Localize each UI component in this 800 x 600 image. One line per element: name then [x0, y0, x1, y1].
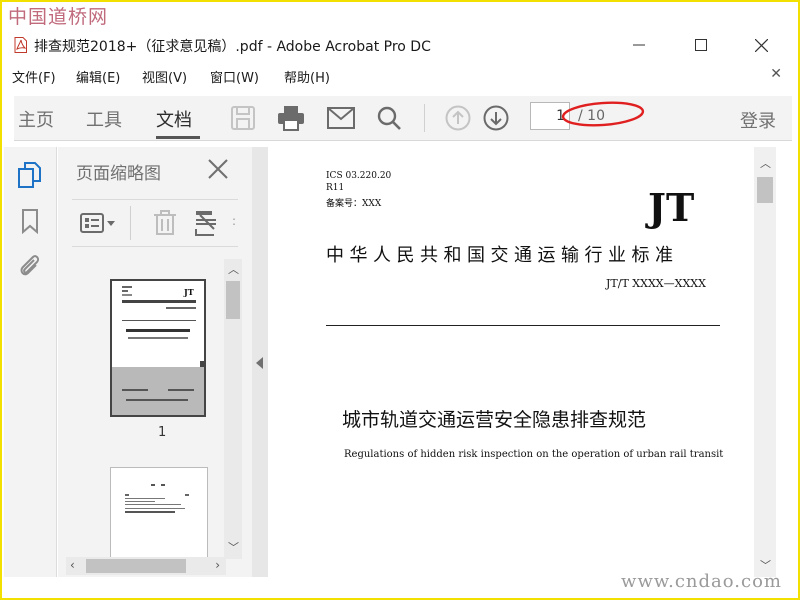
- page-thumbnail-2[interactable]: [110, 467, 208, 559]
- menu-file[interactable]: 文件(F): [12, 67, 56, 86]
- thumbnail-page-number: 1: [158, 425, 167, 440]
- menu-edit[interactable]: 编辑(E): [76, 67, 120, 86]
- panel-title: 页面缩略图: [76, 164, 161, 184]
- thumbnail-vertical-scrollbar[interactable]: ︿ ﹀: [224, 259, 242, 559]
- paperclip-icon: [20, 255, 40, 276]
- save-icon: [231, 106, 255, 130]
- print-icon: [278, 106, 304, 131]
- menu-help[interactable]: 帮助(H): [284, 67, 330, 86]
- close-icon: [754, 38, 768, 52]
- maximize-button[interactable]: [678, 30, 724, 60]
- overflow-indicator: :: [232, 214, 237, 228]
- thumbnail-tools: :: [72, 199, 238, 247]
- close-panel-icon[interactable]: [206, 157, 230, 181]
- save-button[interactable]: [228, 103, 258, 133]
- page-thumbnail-1[interactable]: JT: [110, 279, 206, 417]
- header-rule: [326, 325, 720, 326]
- scroll-up-icon[interactable]: ︿: [228, 261, 239, 277]
- menu-window[interactable]: 窗口(W): [210, 67, 259, 86]
- login-button[interactable]: 登录: [740, 107, 776, 133]
- tools-separator: [130, 206, 131, 240]
- thumbnail-list: JT 1: [66, 259, 226, 559]
- thumbnail-horizontal-scrollbar[interactable]: ‹ ›: [66, 557, 226, 575]
- active-tab-indicator: [156, 136, 200, 139]
- next-page-button[interactable]: [481, 103, 511, 133]
- maximize-icon: [695, 39, 707, 51]
- scroll-left-icon[interactable]: ‹: [70, 558, 75, 572]
- screenshot-frame: 中国道桥网 排查规范2018+（征求意见稿）.pdf - Adobe Acrob…: [0, 0, 800, 600]
- document-page: ICS 03.220.20 R11 备案号：XXX JT 中华人民共和国交通运输…: [268, 147, 754, 577]
- watermark-bottom: www.cndao.com: [621, 571, 782, 592]
- standard-title: 中华人民共和国交通运输行业标准: [326, 245, 679, 266]
- insert-page-icon[interactable]: [194, 209, 220, 237]
- window-title: 排查规范2018+（征求意见稿）.pdf - Adobe Acrobat Pro…: [34, 39, 431, 55]
- thumbnail-footer-lines: [122, 389, 194, 401]
- tab-tools[interactable]: 工具: [86, 106, 122, 132]
- collapse-arrow-icon[interactable]: [256, 357, 264, 369]
- tab-home[interactable]: 主页: [18, 106, 54, 132]
- record-number: 备案号：XXX: [326, 199, 382, 209]
- arrow-down-circle-icon: [483, 105, 509, 131]
- email-button[interactable]: [326, 103, 356, 133]
- class-code: R11: [326, 183, 345, 193]
- title-bar: 排查规范2018+（征求意见稿）.pdf - Adobe Acrobat Pro…: [2, 30, 798, 60]
- thumbnail-options-icon[interactable]: [80, 212, 118, 234]
- thumbnail-resize-handle[interactable]: [200, 361, 206, 367]
- scroll-right-icon[interactable]: ›: [215, 558, 220, 572]
- arrow-up-circle-icon: [445, 105, 471, 131]
- doc-scroll-thumb[interactable]: [757, 177, 773, 203]
- navigation-rail: [4, 147, 57, 577]
- search-button[interactable]: [374, 103, 404, 133]
- print-button[interactable]: [276, 103, 306, 133]
- toolbar: 主页 工具 文档 1 / 10 登录: [14, 96, 792, 141]
- doc-scroll-up-icon[interactable]: ︿: [760, 155, 771, 171]
- thumbnails-panel: 页面缩略图: JT 1 ︿ ﹀ ‹ ›: [58, 147, 252, 577]
- watermark-top: 中国道桥网: [8, 6, 109, 28]
- thumbnail-hscroll-thumb[interactable]: [86, 559, 186, 573]
- panel-collapse-strip[interactable]: [252, 147, 268, 577]
- toolbar-separator: [424, 104, 425, 132]
- svg-text:JT: JT: [183, 287, 194, 297]
- bookmarks-button[interactable]: [16, 207, 44, 235]
- minimize-button[interactable]: [616, 30, 662, 60]
- pdf-file-icon: [14, 37, 27, 53]
- attachments-button[interactable]: [16, 251, 44, 279]
- close-window-button[interactable]: [738, 30, 784, 60]
- mail-icon: [327, 107, 355, 129]
- previous-page-button[interactable]: [443, 103, 473, 133]
- document-title-zh: 城市轨道交通运营安全隐患排查规范: [342, 409, 647, 431]
- document-scrollbar[interactable]: ︿ ﹀: [754, 147, 776, 577]
- scroll-down-icon[interactable]: ﹀: [228, 539, 239, 555]
- trash-icon[interactable]: [152, 210, 178, 236]
- minimize-icon: [633, 44, 645, 46]
- red-annotation-ellipse: [561, 101, 645, 127]
- bookmark-icon: [22, 209, 38, 234]
- ics-code: ICS 03.220.20: [326, 171, 392, 181]
- page-thumbnails-icon: [18, 162, 41, 188]
- thumbnail-page-content: JT: [122, 286, 196, 339]
- standard-code: JT/T XXXX—XXXX: [606, 277, 706, 290]
- jt-logo: JT: [648, 185, 695, 230]
- search-icon: [377, 106, 401, 130]
- thumbnail-view-region: [112, 367, 204, 415]
- thumbnail-page-content: [125, 484, 189, 513]
- close-document-icon[interactable]: ✕: [770, 66, 782, 82]
- tab-document[interactable]: 文档: [156, 106, 192, 132]
- document-title-en: Regulations of hidden risk inspection on…: [344, 449, 724, 460]
- menu-view[interactable]: 视图(V): [142, 67, 187, 86]
- page-thumbnails-button[interactable]: [16, 161, 44, 189]
- menu-bar: 文件(F) 编辑(E) 视图(V) 窗口(W) 帮助(H) ✕: [2, 64, 798, 88]
- thumbnail-scroll-thumb[interactable]: [226, 281, 240, 319]
